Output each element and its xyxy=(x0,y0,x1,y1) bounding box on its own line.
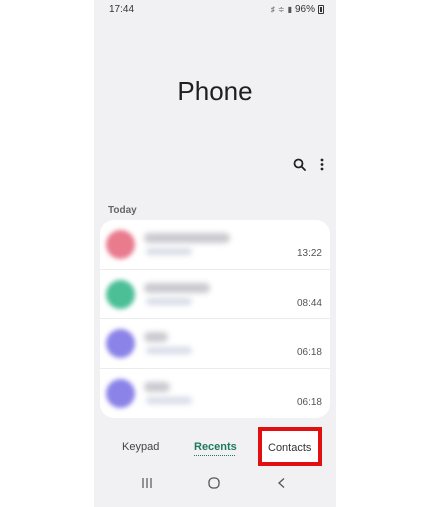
call-type-blurred xyxy=(146,396,192,404)
avatar xyxy=(106,329,135,358)
call-type-blurred xyxy=(146,248,192,255)
bottom-tab-bar: Keypad Recents Contacts xyxy=(94,427,336,466)
call-time: 08:44 xyxy=(296,297,322,309)
call-row[interactable]: 13:22 xyxy=(100,220,330,270)
battery-percent: 96% xyxy=(294,4,315,15)
call-time: 06:18 xyxy=(296,396,322,408)
call-type-blurred xyxy=(146,347,192,354)
avatar xyxy=(106,230,135,259)
call-type-blurred xyxy=(146,297,192,305)
call-row[interactable]: 08:44 xyxy=(100,270,330,319)
call-row[interactable]: 06:18 xyxy=(100,319,330,369)
contact-name-blurred xyxy=(144,233,230,243)
tab-recents[interactable]: Recents xyxy=(180,430,250,464)
recent-apps-icon[interactable] xyxy=(141,476,153,494)
signal-icon: ▮ xyxy=(287,5,292,14)
contact-name-blurred xyxy=(144,332,168,342)
tab-contacts[interactable]: Contacts xyxy=(258,427,322,466)
call-time: 06:18 xyxy=(296,347,322,358)
battery-icon xyxy=(318,5,324,14)
avatar xyxy=(106,279,135,309)
call-time: 13:22 xyxy=(296,248,322,259)
contact-name-blurred xyxy=(144,282,210,293)
status-icons: ♯ ≑ ▮ 96% xyxy=(271,4,324,15)
system-navigation-bar xyxy=(94,474,336,496)
recent-calls-list: 13:22 08:44 06:18 06:18 xyxy=(100,220,330,418)
home-icon[interactable] xyxy=(207,476,221,495)
tab-contacts-label: Contacts xyxy=(268,442,312,454)
contact-name-blurred xyxy=(144,381,170,392)
tab-recents-label: Recents xyxy=(194,441,237,453)
section-label-today: Today xyxy=(108,205,137,216)
page-title: Phone xyxy=(177,76,253,106)
call-row[interactable]: 06:18 xyxy=(100,369,330,419)
search-icon[interactable] xyxy=(293,158,306,171)
status-bar: 17:44 ♯ ≑ ▮ 96% xyxy=(94,0,336,20)
active-tab-indicator xyxy=(194,455,235,456)
more-vertical-icon[interactable] xyxy=(320,158,324,171)
status-time: 17:44 xyxy=(109,4,135,15)
wifi-icon: ≑ xyxy=(277,5,285,14)
header-actions xyxy=(293,158,324,171)
mute-icon: ♯ xyxy=(270,5,275,14)
avatar xyxy=(106,378,135,408)
back-icon[interactable] xyxy=(276,476,288,494)
tab-keypad-label: Keypad xyxy=(122,441,160,453)
phone-screen: 17:44 ♯ ≑ ▮ 96% Phone Today 13:22 08:44 … xyxy=(94,0,336,507)
tab-keypad[interactable]: Keypad xyxy=(108,430,168,464)
